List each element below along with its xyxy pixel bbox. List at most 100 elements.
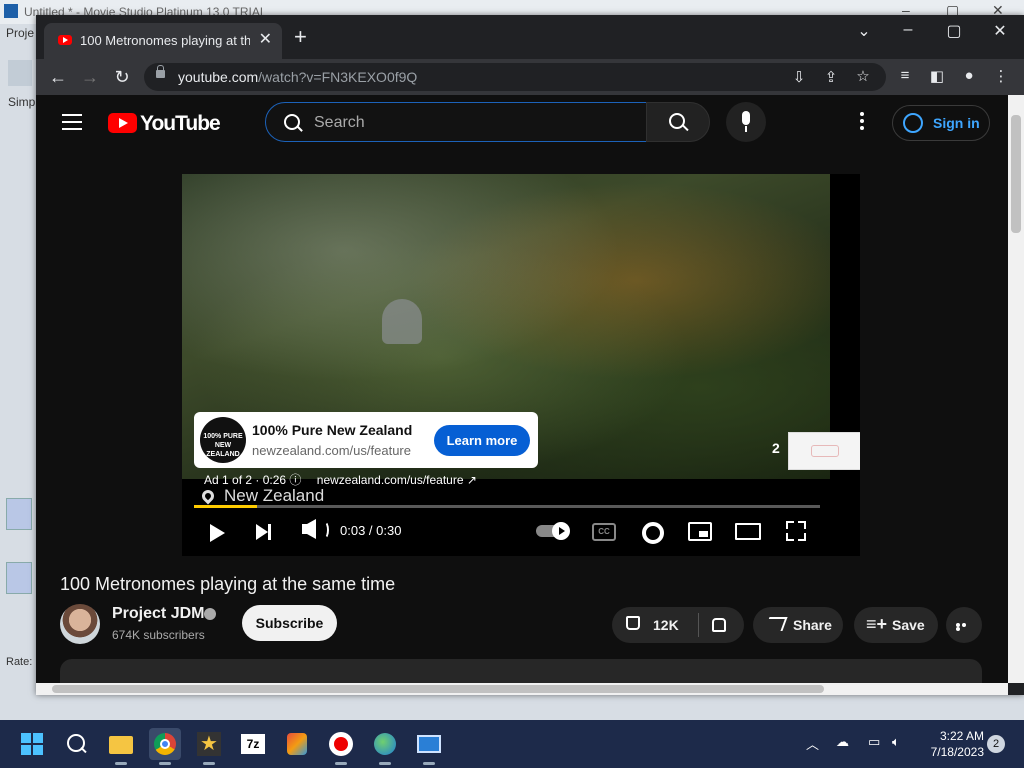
volume-icon[interactable] xyxy=(302,519,329,539)
show-hidden-icons-chevron-icon[interactable]: ︿ xyxy=(806,734,819,753)
save-button[interactable]: ≡+ Save xyxy=(854,607,938,643)
network-icon[interactable]: ▭ xyxy=(868,734,880,750)
profile-icon[interactable]: ● xyxy=(958,67,980,84)
search-input[interactable] xyxy=(312,111,636,135)
next-video-thumbnail[interactable] xyxy=(788,432,860,470)
progress-bar[interactable] xyxy=(194,505,820,508)
background-toolbar-icon[interactable] xyxy=(8,60,32,86)
tab-close-icon[interactable]: ✕ xyxy=(259,29,272,49)
background-menu-project[interactable]: Proje xyxy=(6,26,34,40)
screen-recorder-icon[interactable] xyxy=(325,728,357,765)
dislike-thumb-icon[interactable] xyxy=(712,618,726,632)
forward-arrow-icon[interactable]: → xyxy=(78,65,102,89)
search-box[interactable] xyxy=(265,102,647,142)
info-icon[interactable]: ⓘ xyxy=(289,473,301,487)
horizontal-scrollbar-thumb[interactable] xyxy=(52,685,824,693)
video-person xyxy=(382,299,422,344)
ad-info-domain-link[interactable]: newzealand.com/us/feature xyxy=(317,473,464,487)
video-title: 100 Metronomes playing at the same time xyxy=(60,574,396,594)
like-count[interactable]: 12K xyxy=(653,617,679,633)
background-track-icon[interactable] xyxy=(6,562,32,594)
back-arrow-icon[interactable]: ← xyxy=(46,65,70,89)
youtube-page: YouTube Sign in 100% PURE NEW ZEALAND 10… xyxy=(36,95,1008,683)
settings-gear-icon[interactable] xyxy=(642,522,664,544)
background-rate-label: Rate: xyxy=(6,656,33,668)
save-label: Save xyxy=(892,617,925,633)
sign-in-button[interactable]: Sign in xyxy=(892,105,990,141)
paint-app-icon[interactable] xyxy=(281,728,313,760)
maximize-icon[interactable]: ▢ xyxy=(932,21,976,41)
subscriber-count: 674K subscribers xyxy=(112,628,205,642)
file-explorer-icon[interactable] xyxy=(105,728,137,765)
tab-search-chevron-icon[interactable]: ⌄ xyxy=(842,21,886,41)
tab-youtube[interactable]: 100 Metronomes playing at the s ✕ xyxy=(44,23,282,59)
next-icon[interactable] xyxy=(256,524,271,540)
play-icon[interactable] xyxy=(210,524,225,542)
theater-mode-icon[interactable] xyxy=(735,523,761,540)
start-windows-icon[interactable] xyxy=(17,728,49,760)
movie-studio-star-icon[interactable]: ★ xyxy=(193,728,225,765)
browser-toolbar: ← → ↻ youtube.com/watch?v=FN3KEXO0f9Q ⇩ … xyxy=(36,59,1024,95)
subscribe-button[interactable]: Subscribe xyxy=(242,605,337,641)
new-tab-button[interactable]: + xyxy=(294,26,307,48)
youtube-favicon-icon xyxy=(58,35,72,45)
url-text: youtube.com/watch?v=FN3KEXO0f9Q xyxy=(178,69,418,85)
youtube-wordmark: YouTube xyxy=(140,112,221,135)
time-display: 0:03 / 0:30 xyxy=(340,523,402,538)
autoplay-play-icon xyxy=(552,522,570,540)
share-button[interactable]: Share xyxy=(753,607,843,643)
install-app-icon[interactable]: ⇩ xyxy=(788,68,810,86)
clock-time[interactable]: 3:22 AM xyxy=(932,729,984,743)
progress-bar-fill xyxy=(194,505,257,508)
notification-badge[interactable]: 2 xyxy=(987,735,1005,753)
minimize-icon[interactable]: – xyxy=(886,21,930,39)
voice-search-button[interactable] xyxy=(726,102,766,142)
more-horizontal-icon xyxy=(956,623,972,631)
search-icon[interactable] xyxy=(61,728,93,760)
settings-kebab-icon[interactable] xyxy=(860,112,864,133)
onedrive-cloud-icon[interactable]: ☁ xyxy=(836,734,849,750)
channel-name[interactable]: Project JDM xyxy=(112,605,204,623)
youtube-play-logo-icon xyxy=(108,113,137,133)
share-arrow-icon xyxy=(764,617,788,631)
like-thumb-icon[interactable] xyxy=(626,616,640,630)
hamburger-menu-icon[interactable] xyxy=(62,114,82,135)
bookmark-star-icon[interactable]: ☆ xyxy=(852,67,874,85)
address-bar[interactable]: youtube.com/watch?v=FN3KEXO0f9Q ⇩ ⇪ ☆ xyxy=(144,63,886,91)
volume-tray-icon[interactable]: 🔈︎ xyxy=(892,734,900,750)
video-editor-icon[interactable] xyxy=(413,728,445,765)
search-icon xyxy=(669,113,685,129)
miniplayer-icon[interactable] xyxy=(688,522,712,541)
ad-advertiser-logo[interactable]: 100% PURE NEW ZEALAND xyxy=(200,417,246,463)
vertical-scrollbar-thumb[interactable] xyxy=(1011,115,1021,233)
media-controls-icon[interactable]: ≡ xyxy=(894,67,916,84)
tab-strip: 100 Metronomes playing at the s ✕ + ⌄ – … xyxy=(36,15,1024,59)
side-panel-icon[interactable]: ◧ xyxy=(926,67,948,85)
fullscreen-icon[interactable] xyxy=(786,521,806,541)
location-pin-icon xyxy=(199,487,217,505)
more-actions-button[interactable] xyxy=(946,607,982,643)
channel-avatar[interactable] xyxy=(60,604,100,644)
share-label: Share xyxy=(793,617,832,633)
reload-icon[interactable]: ↻ xyxy=(110,65,134,89)
ad-title[interactable]: 100% Pure New Zealand xyxy=(252,422,412,438)
autoplay-toggle[interactable] xyxy=(536,522,570,540)
chrome-icon[interactable] xyxy=(149,728,181,765)
tab-title: 100 Metronomes playing at the s xyxy=(80,33,250,48)
close-window-icon[interactable]: ✕ xyxy=(978,21,1022,41)
clock-date[interactable]: 7/18/2023 xyxy=(924,745,984,759)
globe-app-icon[interactable] xyxy=(369,728,401,765)
ad-overlay-card[interactable]: 100% PURE NEW ZEALAND 100% Pure New Zeal… xyxy=(194,412,538,468)
video-player[interactable]: 100% PURE NEW ZEALAND 100% Pure New Zeal… xyxy=(182,174,860,556)
learn-more-button[interactable]: Learn more xyxy=(434,425,530,456)
7zip-icon[interactable]: 7z xyxy=(237,728,269,760)
captions-cc-icon[interactable]: CC xyxy=(592,523,616,541)
background-track-icon[interactable] xyxy=(6,498,32,530)
background-panel-label: Simp xyxy=(8,95,36,109)
chrome-menu-icon[interactable]: ⋮ xyxy=(990,67,1012,85)
share-page-icon[interactable]: ⇪ xyxy=(820,68,842,86)
ad-url[interactable]: newzealand.com/us/feature xyxy=(252,443,411,458)
description-box[interactable] xyxy=(60,659,982,683)
lock-icon[interactable] xyxy=(156,65,165,78)
search-button[interactable] xyxy=(646,102,710,142)
